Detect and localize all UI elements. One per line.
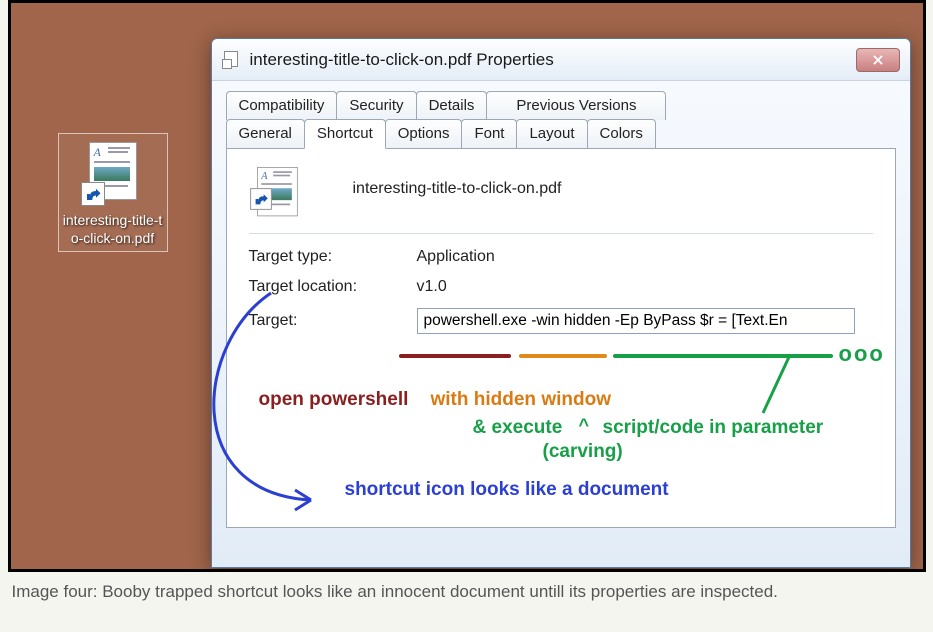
target-location-value: v1.0 xyxy=(417,278,447,296)
desktop-icon-label: interesting-title-to-click-on.pdf xyxy=(63,212,163,247)
target-type-label: Target type: xyxy=(249,248,417,266)
tab-previous-versions[interactable]: Previous Versions xyxy=(486,91,666,120)
tab-font[interactable]: Font xyxy=(461,119,517,148)
document-shortcut-icon xyxy=(81,142,145,206)
annotation-underline-orange xyxy=(519,354,607,358)
tab-options[interactable]: Options xyxy=(385,119,463,148)
titlebar: interesting-title-to-click-on.pdf Proper… xyxy=(212,39,910,81)
file-name: interesting-title-to-click-on.pdf xyxy=(353,180,562,198)
annotation-green-connector xyxy=(757,355,797,415)
annotation-shortcut-note: shortcut icon looks like a document xyxy=(345,479,669,501)
target-label: Target: xyxy=(249,312,417,330)
annotation-caret-icon: ^ xyxy=(579,415,590,436)
annotation-underline-red xyxy=(399,354,511,358)
tab-compatibility[interactable]: Compatibility xyxy=(226,91,338,120)
annotation-execute: & execute xyxy=(473,417,563,439)
properties-dialog: interesting-title-to-click-on.pdf Proper… xyxy=(211,38,911,568)
annotation-underline-green xyxy=(613,354,833,358)
dialog-title: interesting-title-to-click-on.pdf Proper… xyxy=(250,50,856,70)
screenshot-frame: interesting-title-to-click-on.pdf intere… xyxy=(8,0,926,572)
target-location-label: Target location: xyxy=(249,278,417,296)
annotation-continuation: ooo xyxy=(839,341,885,367)
titlebar-icon xyxy=(222,51,240,69)
tab-details[interactable]: Details xyxy=(416,91,488,120)
annotation-carving: (carving) xyxy=(543,441,623,463)
shortcut-tab-content: interesting-title-to-click-on.pdf Target… xyxy=(226,148,896,528)
image-caption: Image four: Booby trapped shortcut looks… xyxy=(8,578,926,615)
desktop-shortcut[interactable]: interesting-title-to-click-on.pdf xyxy=(58,133,168,252)
tab-general[interactable]: General xyxy=(226,119,305,148)
annotation-hidden-window: with hidden window xyxy=(431,389,611,411)
target-type-value: Application xyxy=(417,248,495,266)
annotation-open-powershell: open powershell xyxy=(259,389,409,411)
shortcut-arrow-icon xyxy=(81,182,105,206)
annotation-script-code: script/code in parameter xyxy=(603,417,824,439)
tab-colors[interactable]: Colors xyxy=(587,119,656,148)
file-icon xyxy=(249,167,293,211)
tab-shortcut[interactable]: Shortcut xyxy=(304,119,386,149)
tab-security[interactable]: Security xyxy=(336,91,416,120)
close-button[interactable] xyxy=(856,48,900,72)
shortcut-arrow-icon xyxy=(250,188,272,210)
divider xyxy=(249,233,873,234)
tab-layout[interactable]: Layout xyxy=(516,119,587,148)
target-input[interactable] xyxy=(417,308,855,334)
close-icon xyxy=(871,53,885,67)
